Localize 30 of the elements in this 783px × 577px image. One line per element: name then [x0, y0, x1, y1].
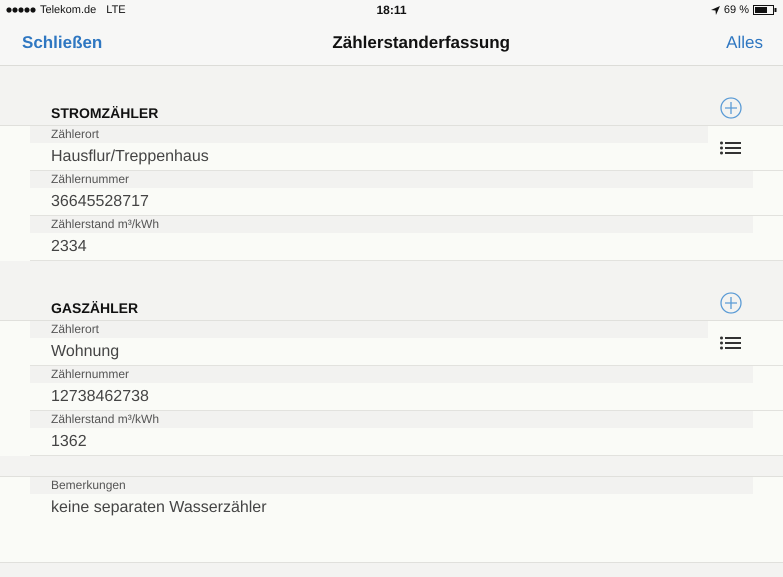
close-button[interactable]: Schließen	[12, 32, 112, 52]
field-label: Zählerort	[30, 126, 708, 143]
field-label: Zählerstand m³/kWh	[30, 216, 753, 233]
battery-icon	[753, 5, 777, 15]
remarks-field[interactable]: keine separaten Wasserzähler	[30, 494, 783, 521]
carrier-name: Telekom.de	[40, 4, 96, 16]
input-field[interactable]: 1362	[30, 428, 783, 455]
input-field[interactable]: 2334	[30, 233, 783, 260]
add-icon[interactable]	[720, 97, 742, 119]
input-field[interactable]: 12738462738	[30, 383, 783, 410]
section-title: GASZÄHLER	[51, 300, 138, 316]
field-label: Zählernummer	[30, 366, 753, 383]
list-icon[interactable]	[720, 336, 741, 350]
status-time: 18:11	[376, 3, 407, 17]
network-type: LTE	[106, 4, 126, 16]
battery-percent: 69 %	[724, 4, 749, 16]
field-label: Zählerort	[30, 321, 708, 338]
signal-icon	[6, 7, 36, 13]
field-label: Zählernummer	[30, 171, 753, 188]
add-icon[interactable]	[720, 292, 742, 314]
input-field[interactable]: Wohnung	[30, 338, 708, 365]
section-title: STROMZÄHLER	[51, 105, 158, 121]
all-button[interactable]: Alles	[716, 32, 773, 52]
screen-title: Zählerstanderfassung	[332, 32, 510, 52]
location-icon	[710, 6, 720, 14]
field-label: Bemerkungen	[30, 477, 753, 494]
input-field[interactable]: 36645528717	[30, 188, 783, 215]
field-label: Zählerstand m³/kWh	[30, 411, 753, 428]
input-field[interactable]: Hausflur/Treppenhaus	[30, 143, 708, 170]
list-icon[interactable]	[720, 141, 741, 155]
